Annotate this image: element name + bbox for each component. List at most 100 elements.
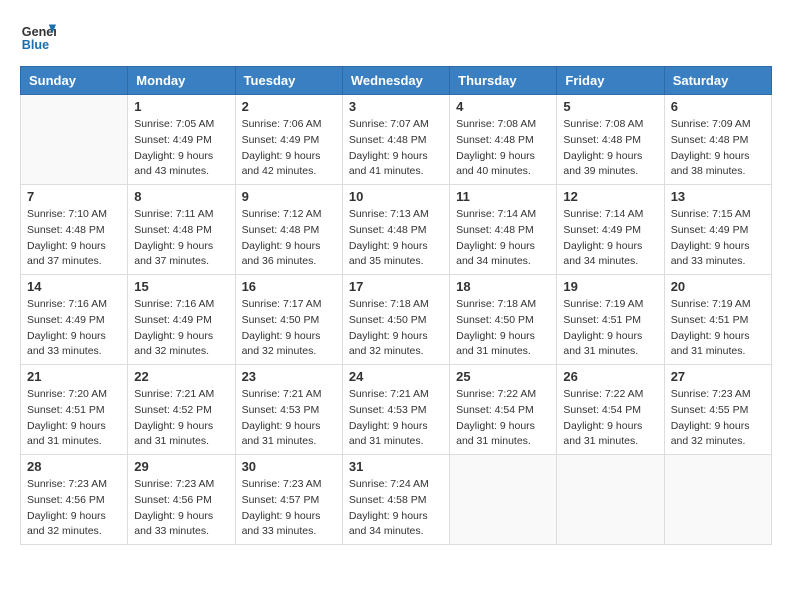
day-number: 23 bbox=[242, 369, 336, 384]
day-info: Sunrise: 7:21 AMSunset: 4:52 PMDaylight:… bbox=[134, 387, 228, 450]
logo-icon: General Blue bbox=[20, 20, 56, 56]
day-info: Sunrise: 7:24 AMSunset: 4:58 PMDaylight:… bbox=[349, 477, 443, 540]
weekday-header-cell: Wednesday bbox=[342, 67, 449, 95]
day-number: 19 bbox=[563, 279, 657, 294]
calendar-day-cell: 27 Sunrise: 7:23 AMSunset: 4:55 PMDayligh… bbox=[664, 365, 771, 455]
calendar-day-cell: 24Sunrise: 7:21 AMSunset: 4:53 PMDayligh… bbox=[342, 365, 449, 455]
calendar-body: 1 Sunrise: 7:05 AMSunset: 4:49 PMDaylight… bbox=[21, 95, 772, 545]
day-number: 9 bbox=[242, 189, 336, 204]
calendar-day-cell: 7 Sunrise: 7:10 AMSunset: 4:48 PMDaylight… bbox=[21, 185, 128, 275]
day-number: 17 bbox=[349, 279, 443, 294]
day-info: Sunrise: 7:08 AMSunset: 4:48 PMDaylight:… bbox=[456, 117, 550, 180]
calendar-day-cell: 8Sunrise: 7:11 AMSunset: 4:48 PMDaylight… bbox=[128, 185, 235, 275]
weekday-header-cell: Tuesday bbox=[235, 67, 342, 95]
calendar-day-cell: 14Sunrise: 7:16 AMSunset: 4:49 PMDayligh… bbox=[21, 275, 128, 365]
day-info: Sunrise: 7:19 AMSunset: 4:51 PMDaylight:… bbox=[671, 297, 765, 360]
day-number: 1 bbox=[134, 99, 228, 114]
day-number: 28 bbox=[27, 459, 121, 474]
calendar-week-row: 14 Sunrise: 7:16 AMSunset: 4:49 PMDayligh… bbox=[21, 275, 772, 365]
calendar-day-cell: 18 Sunrise: 7:18 AMSunset: 4:50 PMDayligh… bbox=[450, 275, 557, 365]
day-number: 7 bbox=[27, 189, 121, 204]
day-info: Sunrise: 7:09 AMSunset: 4:48 PMDaylight:… bbox=[671, 117, 765, 180]
calendar-day-cell: 10 Sunrise: 7:13 AMSunset: 4:48 PMDayligh… bbox=[342, 185, 449, 275]
day-info: Sunrise: 7:14 AMSunset: 4:48 PMDaylight:… bbox=[456, 207, 550, 270]
calendar-day-cell: 15 Sunrise: 7:16 AMSunset: 4:49 PMDayligh… bbox=[128, 275, 235, 365]
calendar-day-cell: 13 Sunrise: 7:15 AMSunset: 4:49 PMDayligh… bbox=[664, 185, 771, 275]
calendar-week-row: 21Sunrise: 7:20 AMSunset: 4:51 PMDayligh… bbox=[21, 365, 772, 455]
weekday-header-cell: Friday bbox=[557, 67, 664, 95]
day-number: 20 bbox=[671, 279, 765, 294]
day-info: Sunrise: 7:19 AMSunset: 4:51 PMDaylight:… bbox=[563, 297, 657, 360]
calendar-day-cell: 5 Sunrise: 7:08 AMSunset: 4:48 PMDaylight… bbox=[557, 95, 664, 185]
day-info: Sunrise: 7:07 AMSunset: 4:48 PMDaylight:… bbox=[349, 117, 443, 180]
day-info: Sunrise: 7:12 AMSunset: 4:48 PMDaylight:… bbox=[242, 207, 336, 270]
calendar-day-cell: 29Sunrise: 7:23 AMSunset: 4:56 PMDayligh… bbox=[128, 455, 235, 545]
day-info: Sunrise: 7:23 AMSunset: 4:55 PMDaylight:… bbox=[671, 387, 765, 450]
calendar-day-cell: 4 Sunrise: 7:08 AMSunset: 4:48 PMDaylight… bbox=[450, 95, 557, 185]
calendar-day-cell: 17 Sunrise: 7:18 AMSunset: 4:50 PMDayligh… bbox=[342, 275, 449, 365]
calendar-day-cell: 26 Sunrise: 7:22 AMSunset: 4:54 PMDayligh… bbox=[557, 365, 664, 455]
day-number: 10 bbox=[349, 189, 443, 204]
day-number: 25 bbox=[456, 369, 550, 384]
day-info: Sunrise: 7:21 AMSunset: 4:53 PMDaylight:… bbox=[242, 387, 336, 450]
calendar-day-cell: 25 Sunrise: 7:22 AMSunset: 4:54 PMDayligh… bbox=[450, 365, 557, 455]
calendar-day-cell: 28 Sunrise: 7:23 AMSunset: 4:56 PMDayligh… bbox=[21, 455, 128, 545]
logo: General Blue bbox=[20, 20, 56, 56]
calendar-week-row: 28 Sunrise: 7:23 AMSunset: 4:56 PMDayligh… bbox=[21, 455, 772, 545]
calendar-day-cell bbox=[557, 455, 664, 545]
day-number: 22 bbox=[134, 369, 228, 384]
calendar-day-cell: 31 Sunrise: 7:24 AMSunset: 4:58 PMDayligh… bbox=[342, 455, 449, 545]
day-number: 4 bbox=[456, 99, 550, 114]
calendar-day-cell: 12Sunrise: 7:14 AMSunset: 4:49 PMDayligh… bbox=[557, 185, 664, 275]
calendar-day-cell bbox=[450, 455, 557, 545]
day-number: 14 bbox=[27, 279, 121, 294]
day-number: 15 bbox=[134, 279, 228, 294]
calendar-day-cell: 16 Sunrise: 7:17 AMSunset: 4:50 PMDayligh… bbox=[235, 275, 342, 365]
calendar-day-cell: 1 Sunrise: 7:05 AMSunset: 4:49 PMDaylight… bbox=[128, 95, 235, 185]
day-info: Sunrise: 7:18 AMSunset: 4:50 PMDaylight:… bbox=[456, 297, 550, 360]
weekday-header-cell: Sunday bbox=[21, 67, 128, 95]
day-number: 13 bbox=[671, 189, 765, 204]
calendar-day-cell: 22 Sunrise: 7:21 AMSunset: 4:52 PMDayligh… bbox=[128, 365, 235, 455]
weekday-header-cell: Saturday bbox=[664, 67, 771, 95]
day-number: 18 bbox=[456, 279, 550, 294]
calendar-day-cell: 2Sunrise: 7:06 AMSunset: 4:49 PMDaylight… bbox=[235, 95, 342, 185]
day-info: Sunrise: 7:23 AMSunset: 4:56 PMDaylight:… bbox=[27, 477, 121, 540]
day-number: 16 bbox=[242, 279, 336, 294]
day-number: 2 bbox=[242, 99, 336, 114]
day-number: 31 bbox=[349, 459, 443, 474]
day-number: 29 bbox=[134, 459, 228, 474]
calendar-table: SundayMondayTuesdayWednesdayThursdayFrid… bbox=[20, 66, 772, 545]
calendar-day-cell: 6Sunrise: 7:09 AMSunset: 4:48 PMDaylight… bbox=[664, 95, 771, 185]
page-header: General Blue bbox=[20, 20, 772, 56]
day-number: 24 bbox=[349, 369, 443, 384]
calendar-week-row: 1 Sunrise: 7:05 AMSunset: 4:49 PMDaylight… bbox=[21, 95, 772, 185]
weekday-header-cell: Thursday bbox=[450, 67, 557, 95]
calendar-day-cell: 9 Sunrise: 7:12 AMSunset: 4:48 PMDaylight… bbox=[235, 185, 342, 275]
day-number: 26 bbox=[563, 369, 657, 384]
day-info: Sunrise: 7:23 AMSunset: 4:57 PMDaylight:… bbox=[242, 477, 336, 540]
calendar-day-cell: 3Sunrise: 7:07 AMSunset: 4:48 PMDaylight… bbox=[342, 95, 449, 185]
day-info: Sunrise: 7:08 AMSunset: 4:48 PMDaylight:… bbox=[563, 117, 657, 180]
calendar-day-cell: 19 Sunrise: 7:19 AMSunset: 4:51 PMDayligh… bbox=[557, 275, 664, 365]
calendar-day-cell bbox=[21, 95, 128, 185]
day-info: Sunrise: 7:10 AMSunset: 4:48 PMDaylight:… bbox=[27, 207, 121, 270]
day-info: Sunrise: 7:18 AMSunset: 4:50 PMDaylight:… bbox=[349, 297, 443, 360]
day-info: Sunrise: 7:13 AMSunset: 4:48 PMDaylight:… bbox=[349, 207, 443, 270]
calendar-day-cell: 23 Sunrise: 7:21 AMSunset: 4:53 PMDayligh… bbox=[235, 365, 342, 455]
day-number: 5 bbox=[563, 99, 657, 114]
day-info: Sunrise: 7:22 AMSunset: 4:54 PMDaylight:… bbox=[563, 387, 657, 450]
day-info: Sunrise: 7:05 AMSunset: 4:49 PMDaylight:… bbox=[134, 117, 228, 180]
day-info: Sunrise: 7:15 AMSunset: 4:49 PMDaylight:… bbox=[671, 207, 765, 270]
day-info: Sunrise: 7:22 AMSunset: 4:54 PMDaylight:… bbox=[456, 387, 550, 450]
day-info: Sunrise: 7:17 AMSunset: 4:50 PMDaylight:… bbox=[242, 297, 336, 360]
calendar-day-cell: 21Sunrise: 7:20 AMSunset: 4:51 PMDayligh… bbox=[21, 365, 128, 455]
day-number: 21 bbox=[27, 369, 121, 384]
weekday-header-cell: Monday bbox=[128, 67, 235, 95]
day-info: Sunrise: 7:16 AMSunset: 4:49 PMDaylight:… bbox=[134, 297, 228, 360]
day-number: 27 bbox=[671, 369, 765, 384]
calendar-day-cell bbox=[664, 455, 771, 545]
calendar-week-row: 7 Sunrise: 7:10 AMSunset: 4:48 PMDaylight… bbox=[21, 185, 772, 275]
svg-text:Blue: Blue bbox=[22, 38, 49, 52]
day-number: 12 bbox=[563, 189, 657, 204]
